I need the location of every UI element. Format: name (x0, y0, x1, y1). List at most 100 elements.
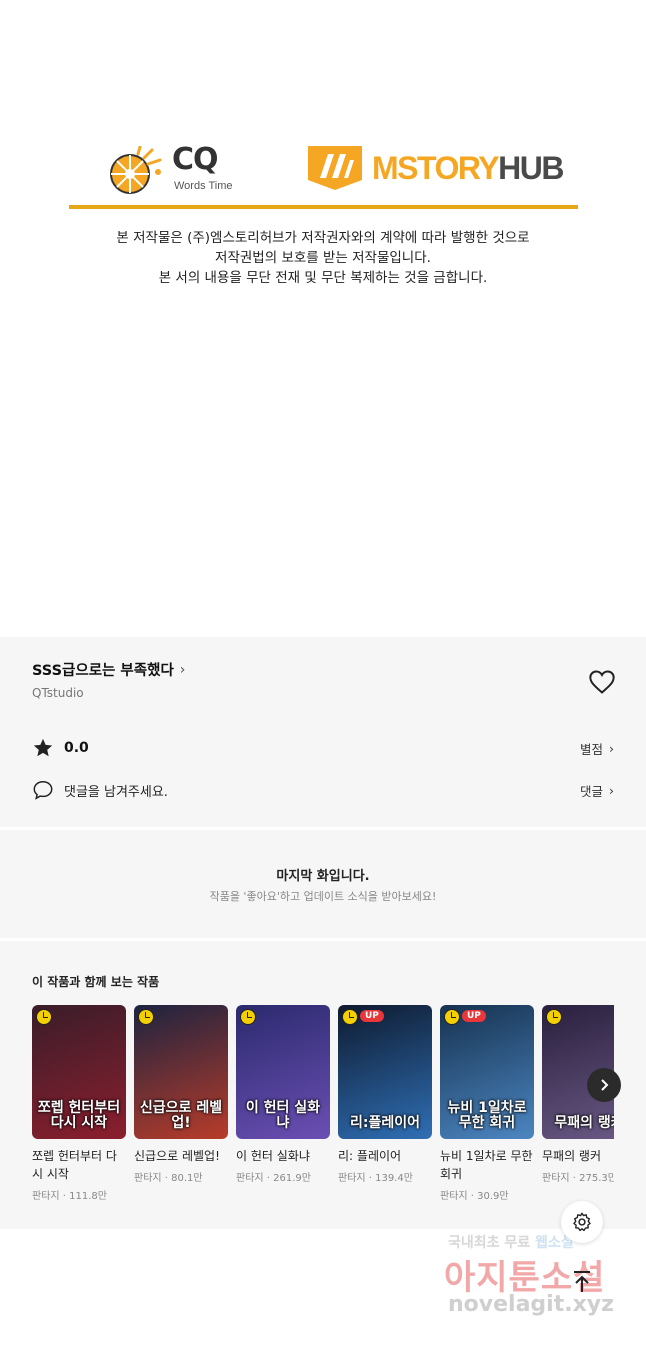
comment-row[interactable]: 댓글을 남겨주세요. (32, 779, 168, 801)
cover-title-art: 리:플레이어 (350, 1115, 420, 1131)
recommendation-card[interactable]: UP 리:플레이어리: 플레이어판타지 · 139.4만 (338, 1005, 432, 1184)
card-genre: 판타지 (32, 1191, 60, 1202)
up-badge: UP (360, 1010, 384, 1022)
meta-separator: · (263, 1173, 274, 1184)
card-meta: 판타지 · 261.9만 (236, 1169, 330, 1184)
viewer-page: CQ Words Time MSTORYHUB 본 저작물은 (주)엠스토리허브… (0, 0, 646, 1345)
clock-icon (444, 1009, 460, 1025)
rating-row: 0.0 (32, 737, 89, 759)
card-genre: 판타지 (338, 1173, 366, 1184)
orange-icon (110, 146, 162, 194)
clock-icon (240, 1009, 256, 1025)
last-chapter-title: 마지막 화입니다. (276, 869, 370, 884)
star-icon (33, 738, 53, 757)
like-heart-icon[interactable] (588, 669, 616, 695)
recommendation-card[interactable]: 이 헌터 실화냐 이 헌터 실화냐 판타지 · 261.9만 (236, 1005, 330, 1184)
card-views: 139.4만 (375, 1173, 413, 1184)
meta-separator: · (467, 1191, 478, 1202)
card-title: 리: 플레이어 (338, 1149, 402, 1163)
card-genre: 판타지 (134, 1173, 162, 1184)
card-title: 쪼렙 헌터부터 다시 시작 (32, 1149, 117, 1181)
card-meta: 판타지 · 30.9만 (440, 1187, 534, 1202)
notice-divider (69, 205, 578, 209)
up-badge: UP (462, 1010, 486, 1022)
cover-title-art: 쪼렙 헌터부터 다시 시작 (37, 1100, 121, 1131)
cover-thumbnail[interactable]: 쪼렙 헌터부터 다시 시작 (32, 1005, 126, 1139)
series-title-link[interactable]: SSS급으로는 부족했다 › (32, 659, 185, 680)
card-meta: 판타지 · 139.4만 (338, 1169, 432, 1184)
series-title: SSS급으로는 부족했다 (32, 663, 174, 679)
card-meta: 판타지 · 111.8만 (32, 1187, 126, 1202)
recommendations-section: 이 작품과 함께 보는 작품 쪼렙 헌터부터 다시 시작 쪼렙 헌터부터 다시 시… (0, 941, 646, 1229)
card-views: 30.9만 (477, 1191, 509, 1202)
mstoryhub-badge-icon (308, 146, 362, 190)
card-views: 275.3만 (579, 1173, 614, 1184)
card-views: 80.1만 (171, 1173, 203, 1184)
series-info: SSS급으로는 부족했다 › QTstudio 0.0 별점 › 댓글을 남겨주… (0, 637, 646, 827)
last-chapter-banner: 마지막 화입니다. 작품을 '좋아요'하고 업데이트 소식을 받아보세요! (0, 830, 646, 938)
copyright-text: 본 저작물은 (주)엠스토리허브가 저작권자와의 계약에 따라 발행한 것으로 … (0, 228, 646, 288)
card-meta: 판타지 · 275.3만 (542, 1169, 614, 1184)
card-title: 뉴비 1일차로 무한 회귀 (440, 1149, 533, 1181)
last-chapter-subtitle: 작품을 '좋아요'하고 업데이트 소식을 받아보세요! (209, 890, 437, 903)
copyright-line-3: 본 서의 내용을 무단 전재 및 무단 복제하는 것을 금합니다. (158, 270, 488, 286)
recommendation-card[interactable]: UP 뉴비 1일차로 무한 회귀 뉴비 1일차로 무한 회귀 판타지 · 30.9만 (440, 1005, 534, 1202)
cover-title-art: 신급으로 레벨업! (139, 1100, 223, 1131)
card-views: 111.8만 (69, 1191, 107, 1202)
cover-thumbnail[interactable]: 이 헌터 실화냐 (236, 1005, 330, 1139)
carousel-next-button[interactable] (587, 1068, 621, 1102)
card-genre: 판타지 (440, 1191, 468, 1202)
chevron-right-icon: › (609, 783, 614, 798)
meta-separator: · (569, 1173, 580, 1184)
clock-icon (342, 1009, 358, 1025)
card-title: 무패의 랭커 (542, 1149, 602, 1163)
card-meta: 판타지 · 80.1만 (134, 1169, 228, 1184)
publisher-logos: CQ Words Time MSTORYHUB (108, 140, 578, 196)
recommendation-card[interactable]: 쪼렙 헌터부터 다시 시작 쪼렙 헌터부터 다시 시작 판타지 · 111.8만 (32, 1005, 126, 1202)
cover-title-art: 뉴비 1일차로 무한 회귀 (447, 1100, 527, 1131)
meta-separator: · (59, 1191, 70, 1202)
recommendation-card[interactable]: 신급으로 레벨업! 신급으로 레벨업! 판타지 · 80.1만 (134, 1005, 228, 1184)
mstoryhub-logo: MSTORYHUB (308, 146, 570, 190)
comment-link[interactable]: 댓글 › (580, 781, 614, 800)
copyright-notice: CQ Words Time MSTORYHUB 본 저작물은 (주)엠스토리허브… (0, 0, 646, 637)
card-genre: 판타지 (236, 1173, 264, 1184)
gear-icon (573, 1212, 591, 1232)
speech-bubble-icon (33, 781, 53, 800)
cq-logo-text: CQ (172, 142, 219, 177)
rating-link-label: 별점 (579, 742, 603, 757)
cq-logo-subtitle: Words Time (174, 180, 233, 192)
settings-button[interactable] (561, 1201, 603, 1243)
cover-title-art: 무패의 랭커 (554, 1115, 614, 1131)
recommendations-heading: 이 작품과 함께 보는 작품 (32, 975, 160, 989)
clock-icon (546, 1009, 562, 1025)
chevron-right-icon: › (609, 741, 614, 756)
cover-thumbnail[interactable]: 신급으로 레벨업! (134, 1005, 228, 1139)
meta-separator: · (161, 1173, 172, 1184)
cq-words-time-logo: CQ Words Time (108, 140, 243, 196)
scroll-to-top-icon[interactable] (568, 1268, 596, 1296)
chevron-right-icon: › (179, 661, 186, 678)
chevron-right-icon (601, 1079, 609, 1091)
cover-thumbnail[interactable]: UP 리:플레이어 (338, 1005, 432, 1139)
watermark-line-1: 국내최초 무료 웹소설 (448, 1235, 574, 1251)
mstoryhub-logo-text: MSTORYHUB (372, 150, 564, 186)
rating-value: 0.0 (64, 740, 89, 756)
cover-title-art: 이 헌터 실화냐 (245, 1100, 321, 1131)
recommendations-carousel[interactable]: 쪼렙 헌터부터 다시 시작 쪼렙 헌터부터 다시 시작 판타지 · 111.8만 신급… (32, 1005, 614, 1225)
card-views: 261.9만 (273, 1173, 311, 1184)
site-watermark: 국내최초 무료 웹소설 아지툰소설 novelagit.xyz (444, 1228, 634, 1328)
copyright-line-1: 본 저작물은 (주)엠스토리허브가 저작권자와의 계약에 따라 발행한 것으로 (116, 230, 530, 246)
card-title: 이 헌터 실화냐 (236, 1149, 310, 1163)
studio-name: QTstudio (32, 686, 84, 700)
cover-thumbnail[interactable]: UP 뉴비 1일차로 무한 회귀 (440, 1005, 534, 1139)
clock-icon (138, 1009, 154, 1025)
meta-separator: · (365, 1173, 376, 1184)
clock-icon (36, 1009, 52, 1025)
comment-prompt: 댓글을 남겨주세요. (64, 784, 168, 800)
card-title: 신급으로 레벨업! (134, 1149, 220, 1163)
card-genre: 판타지 (542, 1173, 570, 1184)
copyright-line-2: 저작권법의 보호를 받는 저작물입니다. (215, 250, 431, 266)
rating-link[interactable]: 별점 › (580, 739, 614, 758)
comment-link-label: 댓글 (579, 784, 603, 799)
